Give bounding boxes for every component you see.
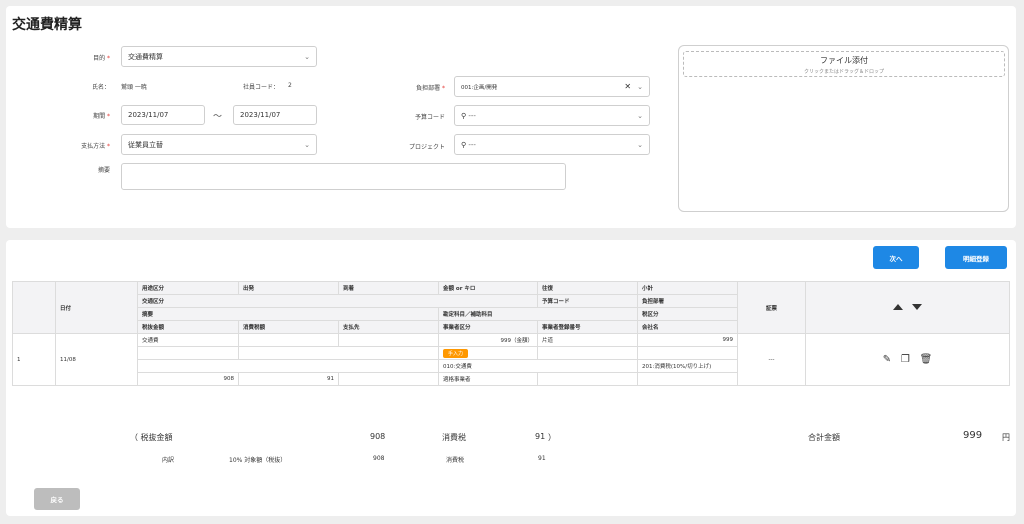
arrow-down-icon[interactable] <box>912 303 923 310</box>
breakdown-pretax: 908 <box>373 455 385 462</box>
table-row: 1 11/08 交通費 999（金額） 片道 999 --- ✎ ❐ 🗑 手入力… <box>12 333 1010 386</box>
totals-close: ） <box>548 433 556 442</box>
summary-label: 摘要 <box>97 167 110 174</box>
edit-icon[interactable]: ✎ <box>883 354 891 365</box>
upload-title: ファイル添付 <box>820 56 868 65</box>
next-button[interactable]: 次へ <box>873 246 919 269</box>
file-drop-zone[interactable]: ファイル添付 クリックまたはドラッグ＆ドロップ <box>683 51 1005 77</box>
period-from-input[interactable]: 2023/11/07 <box>121 105 205 125</box>
arrow-up-icon[interactable] <box>892 303 903 310</box>
manual-input-badge: 手入力 <box>443 348 469 358</box>
breakdown-label: 内訳 <box>162 457 175 464</box>
back-button[interactable]: 戻る <box>34 488 80 510</box>
sort-controls <box>805 281 1010 334</box>
name-label: 氏名： <box>91 84 110 91</box>
upload-hint: クリックまたはドラッグ＆ドロップ <box>803 69 884 75</box>
totals-pretax: 908 <box>370 432 386 441</box>
total-amount-label: 合計金額 <box>808 433 840 442</box>
breakdown-rate-label: 10% 対象額（税抜） <box>229 457 287 464</box>
page-title: 交通費精算 <box>12 17 82 33</box>
purpose-value: 交通費精算 <box>128 52 163 61</box>
dept-label: 負担部署 * <box>416 85 445 92</box>
summary-textarea[interactable] <box>121 163 566 190</box>
chevron-down-icon: ⌄ <box>637 140 643 149</box>
period-to-input[interactable]: 2023/11/07 <box>233 105 317 125</box>
row-date: 11/08 <box>55 333 138 386</box>
project-select[interactable]: ⚲ --- ⌄ <box>454 134 650 155</box>
chevron-down-icon: ⌄ <box>304 52 310 61</box>
search-icon: ⚲ <box>461 140 467 149</box>
totals-tax: 91 <box>535 432 546 441</box>
detail-table: 日付 用途区分 出発 到着 金額 or キロ 往復 小計 証票 交通区分 予算コ… <box>12 281 1010 386</box>
register-detail-button[interactable]: 明細登録 <box>945 246 1007 269</box>
budget-select[interactable]: ⚲ --- ⌄ <box>454 105 650 126</box>
total-amount: 999 <box>963 430 983 441</box>
project-label: プロジェクト <box>408 144 445 151</box>
file-upload-panel: ファイル添付 クリックまたはドラッグ＆ドロップ <box>678 45 1009 212</box>
row-evidence: --- <box>737 333 806 386</box>
breakdown-tax-label: 消費税 <box>446 457 465 464</box>
period-label: 期間 * <box>93 113 110 120</box>
payment-select[interactable]: 従業員立替 ⌄ <box>121 134 317 155</box>
purpose-select[interactable]: 交通費精算 ⌄ <box>121 46 317 67</box>
header-evidence: 証票 <box>737 281 806 334</box>
payment-label: 支払方法 * <box>81 143 110 150</box>
header-date: 日付 <box>55 281 138 334</box>
total-yen: 円 <box>1002 433 1010 442</box>
totals-open: （ 税抜金額 <box>130 433 173 442</box>
dept-value: 001:企画/開発 <box>461 84 498 91</box>
breakdown-tax: 91 <box>538 455 546 462</box>
budget-label: 予算コード <box>414 114 445 121</box>
chevron-down-icon: ⌄ <box>637 111 643 120</box>
name-value: 鷲頭 一暁 <box>121 84 147 91</box>
period-separator: ～ <box>213 112 223 122</box>
search-icon: ⚲ <box>461 111 467 120</box>
copy-icon[interactable]: ❐ <box>901 354 910 365</box>
payment-value: 従業員立替 <box>128 140 163 149</box>
emp-code-value: 2 <box>288 82 292 89</box>
chevron-down-icon[interactable]: ⌄ <box>637 83 643 91</box>
emp-code-label: 社員コード： <box>243 84 280 91</box>
chevron-down-icon: ⌄ <box>304 140 310 149</box>
delete-icon[interactable]: 🗑 <box>920 354 933 365</box>
purpose-label: 目的 * <box>93 55 110 62</box>
row-actions: ✎ ❐ 🗑 <box>805 333 1010 386</box>
totals-tax-label: 消費税 <box>442 433 466 442</box>
dept-select[interactable]: 001:企画/開発 ✕ ⌄ <box>454 76 650 97</box>
row-number: 1 <box>12 333 56 386</box>
clear-icon[interactable]: ✕ <box>624 82 631 91</box>
